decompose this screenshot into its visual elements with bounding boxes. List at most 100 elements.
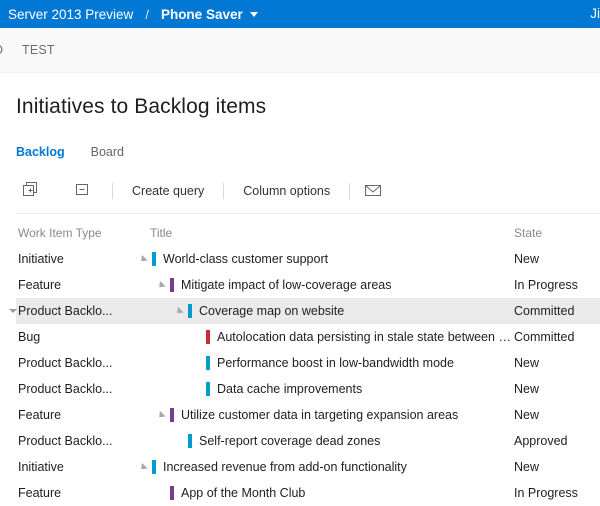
table-row[interactable]: Product Backlo... Performance boost in lo… [16,350,600,376]
column-header-work-item-type[interactable]: Work Item Type [16,226,136,240]
backlog-grid: Work Item Type Title State Initiative Wor… [16,214,600,506]
cell-work-item-type: Initiative [16,460,136,474]
page-title: Initiatives to Backlog items [16,95,600,119]
work-item-type-color-bar [206,382,210,396]
triangle-icon [156,410,165,419]
work-item-title-link[interactable]: Increased revenue from add-on functional… [163,460,407,474]
top-navigation-bar: Server 2013 Preview / Phone Saver Jill [0,0,600,28]
chevron-down-icon [9,309,17,313]
cell-title: Self-report coverage dead zones [136,434,514,448]
cell-state: In Progress [514,278,600,292]
cell-title: Performance boost in low-bandwidth mode [136,356,514,370]
row-menu-icon[interactable] [5,298,21,324]
work-item-title-link[interactable]: Mitigate impact of low-coverage areas [181,278,392,292]
work-item-type-color-bar [152,460,156,474]
table-row[interactable]: Product Backlo... Self-report coverage de… [16,428,600,454]
work-item-type-color-bar [206,356,210,370]
tab-backlog[interactable]: Backlog [16,145,65,161]
cell-title: Mitigate impact of low-coverage areas [136,278,514,292]
create-query-button[interactable]: Create query [122,184,214,198]
table-row[interactable]: Feature App of the Month Club In Progress [16,480,600,506]
table-row[interactable]: Bug Autolocation data persisting in stale… [16,324,600,350]
cell-title: Utilize customer data in targeting expan… [136,408,514,422]
work-item-type-color-bar [152,252,156,266]
tab-board[interactable]: Board [91,145,124,161]
work-item-title-link[interactable]: Autolocation data persisting in stale st… [217,330,514,344]
tree-expand-collapse-icon[interactable] [136,257,149,262]
user-name[interactable]: Jill [590,0,600,28]
work-item-type-color-bar [188,434,192,448]
project-selector[interactable]: Phone Saver [161,7,258,22]
page-content: Initiatives to Backlog items Backlog Boa… [0,95,600,506]
cell-title: App of the Month Club [136,486,514,500]
toolbar-divider [223,183,224,199]
work-item-title-link[interactable]: Utilize customer data in targeting expan… [181,408,458,422]
breadcrumb-separator: / [145,7,149,22]
project-name: Phone Saver [161,7,243,22]
table-row[interactable]: Initiative World-class customer support Ne… [16,246,600,272]
work-item-type-color-bar [188,304,192,318]
nav-item-clipped[interactable]: D [0,43,8,57]
cell-work-item-type: Initiative [16,252,136,266]
cell-state: New [514,408,600,422]
table-row[interactable]: Product Backlo... Coverage map on website… [16,298,600,324]
triangle-icon [138,254,147,263]
tree-expand-collapse-icon[interactable] [154,413,167,418]
email-icon [364,183,382,200]
work-item-title-link[interactable]: Performance boost in low-bandwidth mode [217,356,454,370]
collapse-all-button[interactable] [68,179,96,203]
expand-all-icon [22,181,39,201]
toolbar: Create query Column options [16,174,600,208]
grid-rows: Initiative World-class customer support Ne… [16,246,600,506]
column-header-state[interactable]: State [514,226,600,240]
cell-work-item-type: Product Backlo... [16,304,136,318]
work-item-title-link[interactable]: Self-report coverage dead zones [199,434,380,448]
cell-work-item-type: Feature [16,408,136,422]
tree-expand-collapse-icon[interactable] [172,309,185,314]
table-row[interactable]: Feature Utilize customer data in targetin… [16,402,600,428]
work-item-title-link[interactable]: Data cache improvements [217,382,362,396]
secondary-navigation: D TEST [0,28,600,73]
work-item-type-color-bar [170,408,174,422]
cell-title: World-class customer support [136,252,514,266]
cell-work-item-type: Product Backlo... [16,382,136,396]
table-row[interactable]: FeatureMitigate impact of low-coverage a… [16,272,600,298]
triangle-icon [138,462,147,471]
work-item-title-link[interactable]: Coverage map on website [199,304,344,318]
cell-work-item-type: Feature [16,486,136,500]
triangle-icon [174,306,183,315]
cell-state: Committed [514,330,600,344]
work-item-type-color-bar [170,486,174,500]
tree-expand-collapse-icon[interactable] [154,283,167,288]
cell-state: New [514,382,600,396]
toolbar-divider [112,183,113,199]
grid-column-headers: Work Item Type Title State [16,214,600,246]
cell-state: In Progress [514,486,600,500]
work-item-type-color-bar [206,330,210,344]
cell-title: Coverage map on website [136,304,514,318]
cell-state: New [514,252,600,266]
cell-state: Approved [514,434,600,448]
cell-title: Autolocation data persisting in stale st… [136,330,514,344]
collection-name[interactable]: Server 2013 Preview [8,7,133,22]
nav-item-test[interactable]: TEST [22,43,55,57]
expand-all-button[interactable] [16,179,44,203]
cell-state: New [514,460,600,474]
cell-work-item-type: Product Backlo... [16,434,136,448]
work-item-type-color-bar [170,278,174,292]
email-button[interactable] [359,179,387,203]
work-item-title-link[interactable]: App of the Month Club [181,486,305,500]
cell-title: Data cache improvements [136,382,514,396]
column-options-button[interactable]: Column options [233,184,340,198]
cell-state: Committed [514,304,600,318]
table-row[interactable]: Product Backlo... Data cache improvements… [16,376,600,402]
collapse-all-icon [74,181,91,201]
work-item-title-link[interactable]: World-class customer support [163,252,328,266]
triangle-icon [156,280,165,289]
table-row[interactable]: Initiative Increased revenue from add-on … [16,454,600,480]
tree-expand-collapse-icon[interactable] [136,465,149,470]
cell-work-item-type: Bug [16,330,136,344]
cell-state: New [514,356,600,370]
cell-work-item-type: Product Backlo... [16,356,136,370]
column-header-title[interactable]: Title [136,226,514,240]
